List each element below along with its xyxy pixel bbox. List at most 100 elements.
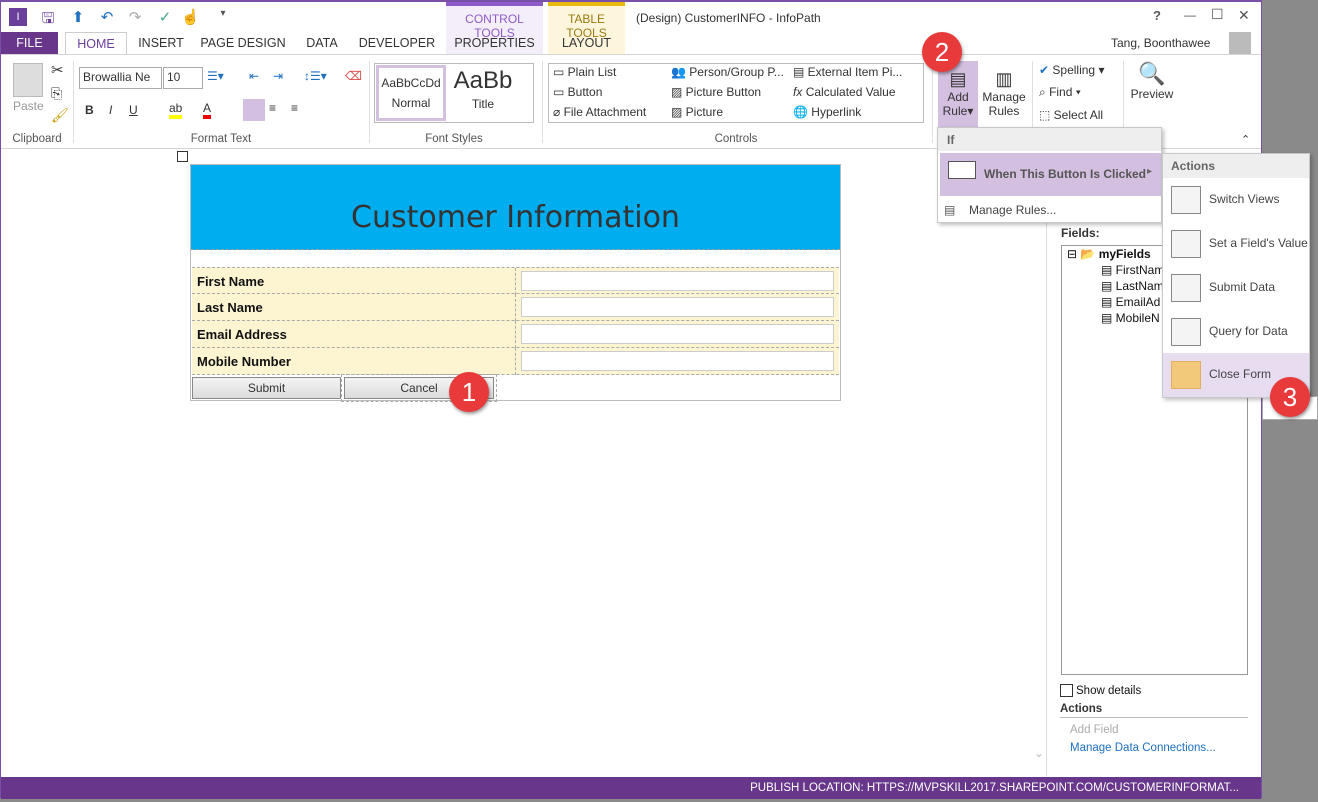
action-submit-data[interactable]: Submit Data [1163, 266, 1309, 310]
tab-developer[interactable]: DEVELOPER [357, 32, 437, 54]
submit-button[interactable]: Submit [192, 377, 341, 399]
tab-data[interactable]: DATA [297, 32, 347, 54]
action-label: Switch Views [1209, 192, 1280, 206]
manage-rules-icon: ▥ [995, 69, 1013, 89]
maximize-button[interactable]: ☐ [1211, 6, 1224, 23]
step-badge-1: 1 [449, 372, 489, 412]
tree-field[interactable]: ▤ FirstNam [1101, 263, 1164, 277]
paste-button[interactable]: Paste [13, 99, 44, 113]
touch-mode-icon[interactable]: ☝ [181, 8, 200, 26]
close-button[interactable]: ✕ [1238, 7, 1250, 24]
bullets-icon[interactable]: ☰▾ [207, 69, 224, 83]
tab-file[interactable]: FILE [1, 32, 58, 54]
show-details-checkbox[interactable] [1060, 684, 1073, 697]
tree-field[interactable]: ▤ EmailAd [1101, 295, 1160, 309]
when-button-clicked-item[interactable]: When This Button Is Clicked ▸ [940, 153, 1161, 196]
form-header: Customer Information [191, 165, 840, 250]
copy-icon[interactable]: ⎘ [51, 85, 62, 102]
spelling-button[interactable]: ✔ Spelling ▾ [1039, 63, 1104, 77]
font-color-icon[interactable]: A [203, 101, 212, 119]
action-query-data[interactable]: Query for Data [1163, 310, 1309, 354]
normal-preview: AaBbCcDd [381, 76, 441, 90]
manage-rules-item[interactable]: Manage Rules... [969, 203, 1056, 217]
close-form-folder-icon [1171, 361, 1201, 389]
title-bar: I 🖫 ⬆ ↶ ↷ ✓ ☝ ▾ (Design) CustomerINFO - … [1, 2, 1261, 32]
tab-properties[interactable]: PROPERTIES [446, 32, 543, 54]
font-size-select[interactable]: 10 [163, 67, 203, 89]
actions-submenu: Actions Switch Views Set a Field's Value… [1162, 153, 1310, 398]
manage-rules-button[interactable]: ▥ Manage Rules [981, 61, 1027, 118]
tab-insert[interactable]: INSERT [131, 32, 191, 54]
preview-button[interactable]: 🔍 Preview [1129, 61, 1175, 101]
collapse-ribbon-icon[interactable]: ⌃ [1241, 133, 1250, 146]
align-right-icon[interactable]: ≡ [291, 101, 298, 115]
manage-rules-label2: Rules [988, 104, 1020, 118]
scroll-down-icon[interactable]: ⌄ [1034, 746, 1044, 760]
table-select-handle[interactable] [177, 151, 188, 162]
control-file-attachment[interactable]: ⌀ File Attachment [553, 105, 646, 119]
bold-button[interactable]: B [85, 103, 94, 117]
highlight-icon[interactable]: ab [169, 101, 183, 119]
tab-home[interactable]: HOME [65, 32, 127, 55]
field-label: Email Address [197, 327, 287, 342]
find-button[interactable]: ⌕ Find ▾ [1039, 85, 1081, 100]
publish-icon[interactable]: ⬆ [69, 8, 87, 26]
manage-data-connections-link[interactable]: Manage Data Connections... [1070, 742, 1216, 754]
italic-button[interactable]: I [109, 103, 112, 117]
control-picture[interactable]: ▨ Picture [671, 105, 723, 119]
control-picture-button[interactable]: ▨ Picture Button [671, 85, 761, 99]
first-name-input[interactable] [521, 271, 834, 291]
style-title[interactable]: AaBb Title [449, 67, 517, 111]
cut-icon[interactable]: ✂ [51, 61, 64, 79]
control-external-item[interactable]: ▤ External Item Pi... [793, 65, 902, 79]
select-all-button[interactable]: ⬚ Select All [1039, 108, 1103, 122]
infopath-window: I 🖫 ⬆ ↶ ↷ ✓ ☝ ▾ (Design) CustomerINFO - … [0, 0, 1262, 799]
tab-layout[interactable]: LAYOUT [548, 32, 625, 54]
paste-icon[interactable] [13, 63, 43, 97]
align-center-icon[interactable]: ≡ [269, 101, 276, 115]
user-name[interactable]: Tang, Boonthawee [1111, 36, 1210, 50]
tree-root[interactable]: ⊟ 📂 myFields [1067, 247, 1151, 261]
control-plain-list[interactable]: ▭ Plain List [553, 65, 616, 79]
help-button[interactable]: ? [1153, 8, 1161, 23]
control-button[interactable]: ▭ Button [553, 85, 602, 99]
redo-icon[interactable]: ↷ [126, 8, 144, 26]
control-calculated-value[interactable]: fx Calculated Value [793, 85, 896, 99]
menu-header-if: If [938, 128, 1161, 151]
action-set-field-value[interactable]: Set a Field's Value [1163, 222, 1309, 266]
last-name-input[interactable] [521, 297, 834, 317]
customize-qat-icon[interactable]: ▾ [214, 8, 232, 26]
avatar[interactable] [1229, 32, 1251, 54]
preview-qa-icon[interactable]: ✓ [156, 8, 174, 26]
save-icon[interactable]: 🖫 [39, 8, 57, 27]
line-spacing-icon[interactable]: ↕☰▾ [304, 69, 327, 83]
format-text-group-label: Format Text [190, 133, 252, 145]
font-name-select[interactable]: Browallia Ne [79, 67, 162, 89]
form-title: Customer Information [351, 200, 680, 235]
undo-icon[interactable]: ↶ [98, 8, 116, 26]
increase-indent-icon[interactable]: ⇥ [273, 69, 283, 83]
actions-submenu-header: Actions [1163, 154, 1309, 178]
tree-field[interactable]: ▤ MobileN [1101, 311, 1160, 325]
decrease-indent-icon[interactable]: ⇤ [249, 69, 259, 83]
style-normal[interactable]: AaBbCcDd Normal [376, 65, 446, 121]
underline-button[interactable]: U [129, 103, 138, 117]
control-person-group[interactable]: 👥 Person/Group P... [671, 65, 784, 79]
preview-icon: 🔍 [1138, 61, 1166, 86]
canvas-scrollbar[interactable]: ⌄ [1031, 150, 1047, 776]
manage-rules-label: Manage [982, 90, 1026, 104]
control-hyperlink[interactable]: 🌐 Hyperlink [793, 105, 861, 119]
form-row: Last Name [192, 294, 839, 321]
clear-formatting-icon[interactable]: ⌫ [345, 69, 362, 83]
add-rule-label: Add [947, 90, 969, 104]
action-switch-views[interactable]: Switch Views [1163, 178, 1309, 222]
tab-page-design[interactable]: PAGE DESIGN [197, 32, 289, 54]
tree-field[interactable]: ▤ LastNam [1101, 279, 1164, 293]
minimize-button[interactable]: — [1184, 8, 1196, 22]
set-field-value-icon [1171, 230, 1201, 258]
align-left-icon[interactable] [243, 99, 265, 121]
format-painter-icon[interactable]: 🖌 [51, 107, 69, 124]
mobile-input[interactable] [521, 351, 834, 371]
status-bar: PUBLISH LOCATION: HTTPS://MVPSKILL2017.S… [1, 777, 1261, 799]
email-input[interactable] [521, 324, 834, 344]
